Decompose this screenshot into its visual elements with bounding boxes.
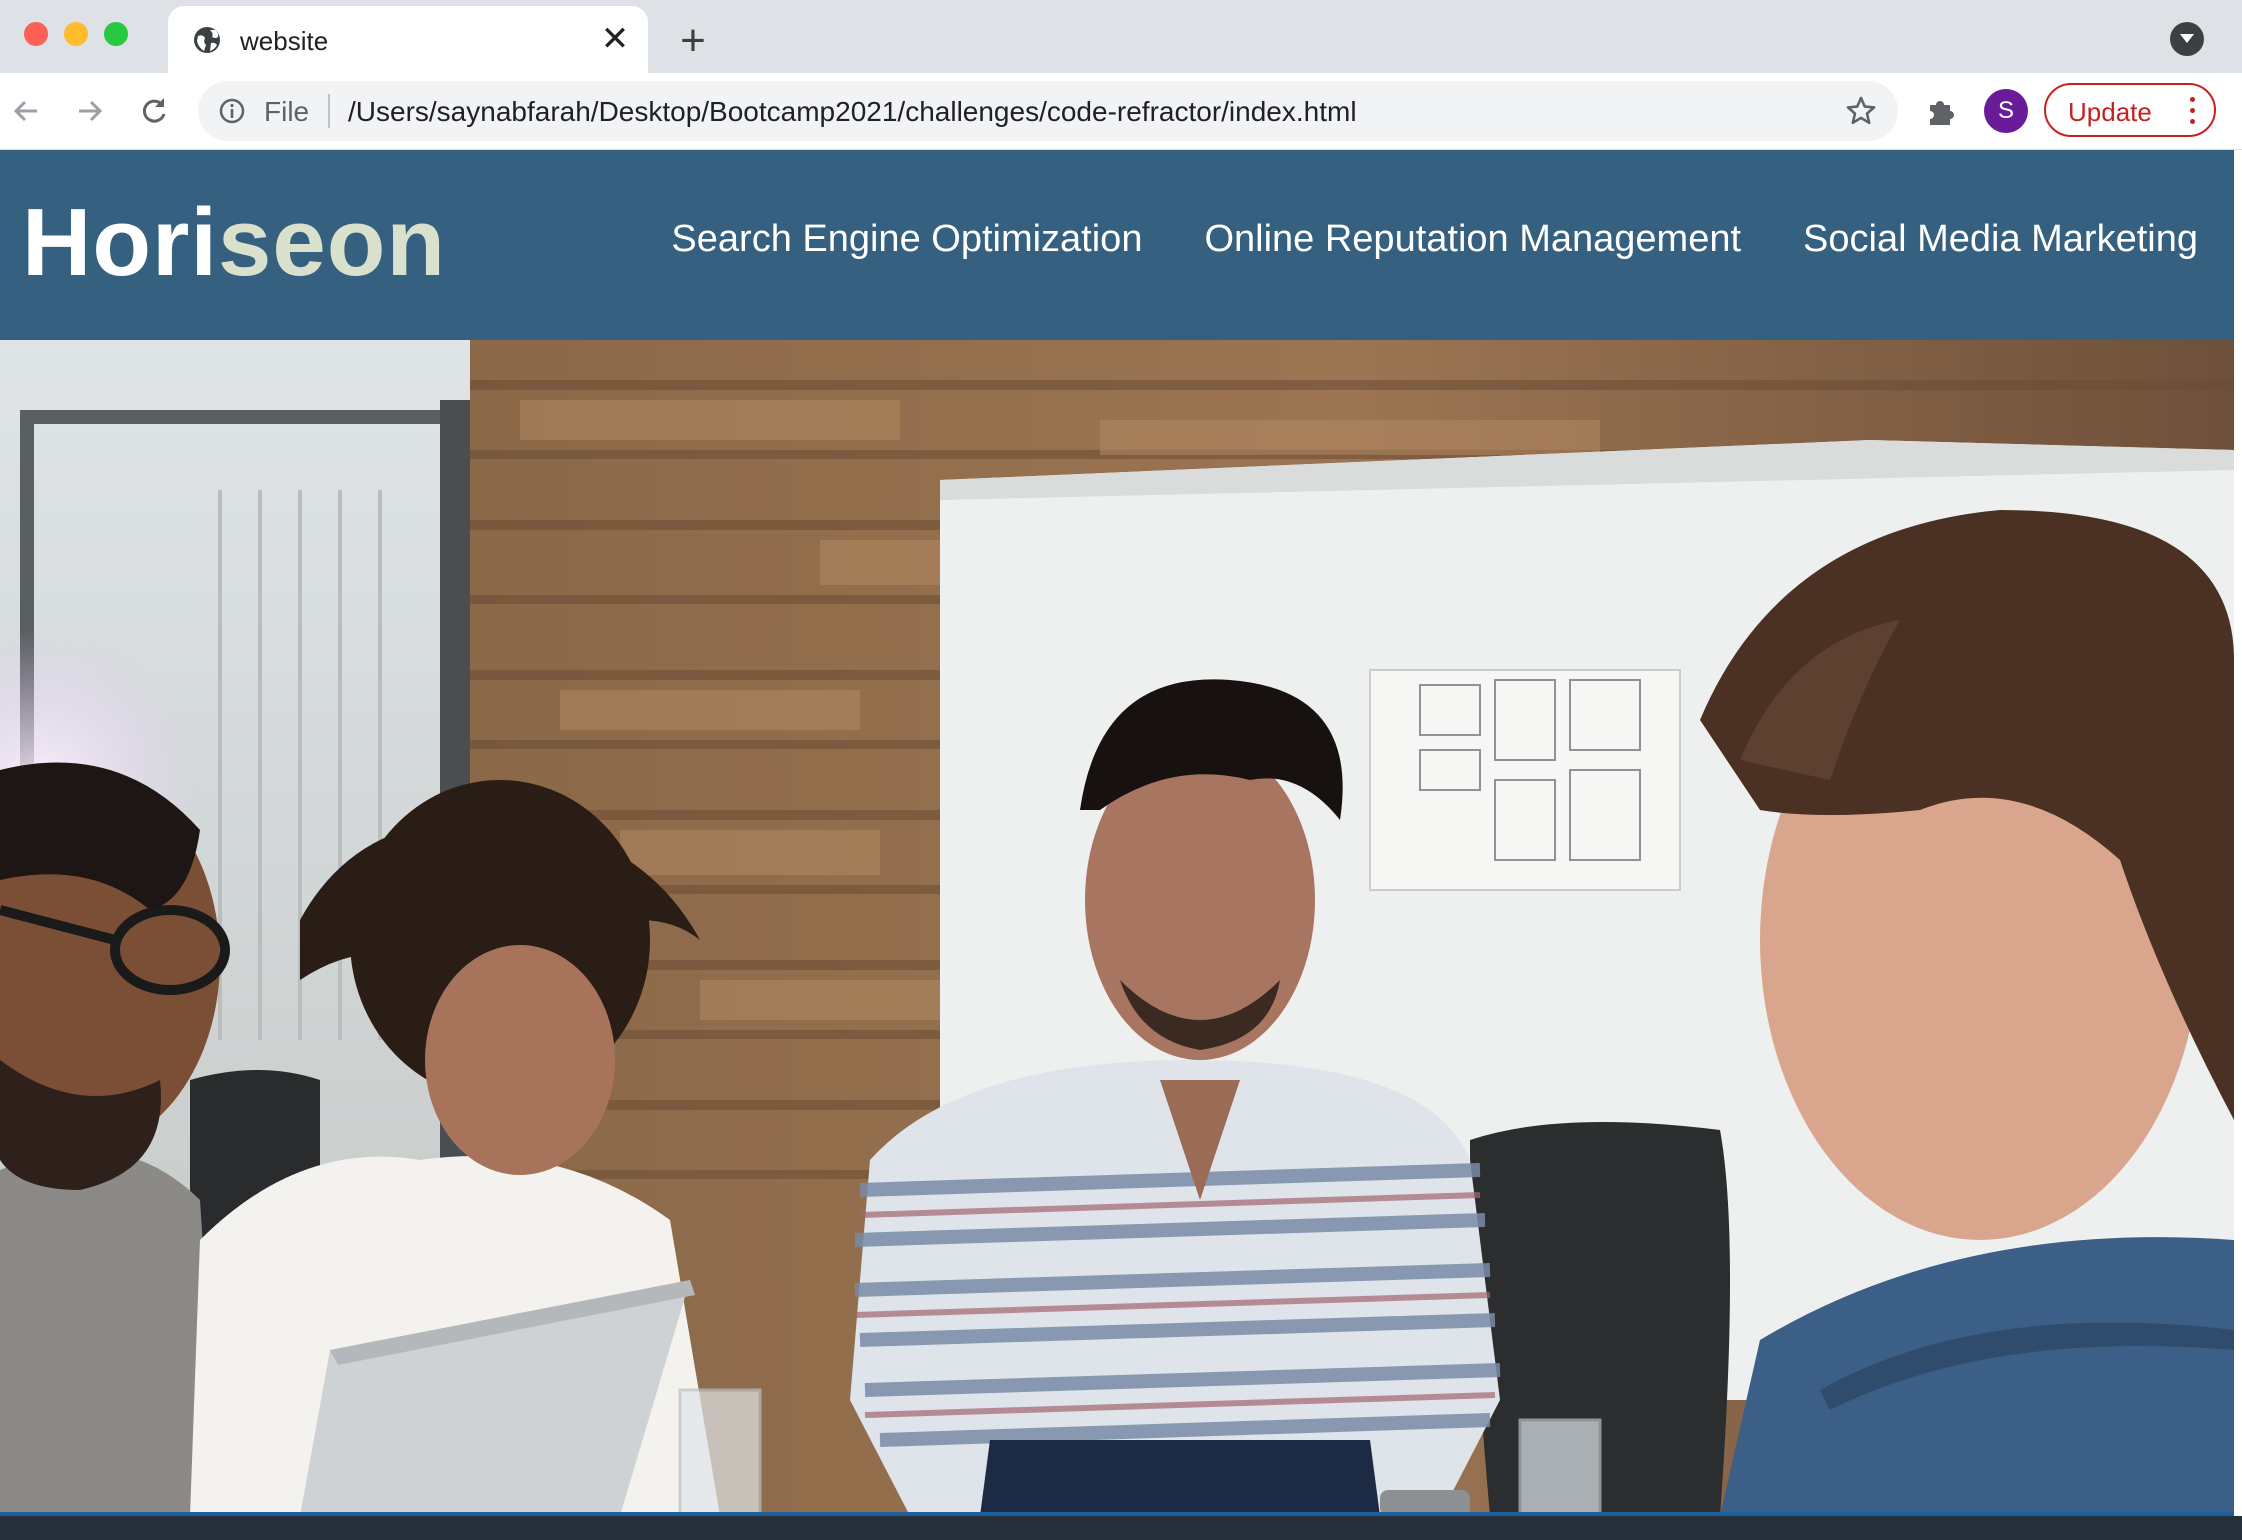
tab-title: website (240, 26, 329, 56)
maximize-window-button[interactable] (104, 22, 128, 46)
tab-search-button[interactable] (2170, 22, 2204, 56)
tab-strip: website ✕ + (0, 0, 2242, 73)
logo-part-1: Hori (22, 189, 218, 296)
site-header: Horiseon Search Engine Optimization Onli… (0, 150, 2234, 340)
site-logo[interactable]: Horiseon (22, 188, 446, 298)
puzzle-icon[interactable] (1924, 93, 1960, 129)
minimize-window-button[interactable] (64, 22, 88, 46)
profile-avatar[interactable]: S (1984, 89, 2028, 133)
dock-strip (0, 1516, 2242, 1540)
update-button[interactable]: Update (2044, 83, 2216, 137)
back-button[interactable] (4, 89, 48, 133)
page-edge (2234, 150, 2242, 1516)
kebab-menu-icon (2190, 97, 2196, 125)
address-bar[interactable]: File /Users/saynabfarah/Desktop/Bootcamp… (198, 81, 1898, 141)
star-icon[interactable] (1844, 94, 1878, 128)
nav-link-reputation[interactable]: Online Reputation Management (1204, 218, 1741, 261)
hero-image (0, 340, 2234, 1516)
forward-arrow-icon (79, 100, 103, 122)
logo-part-2: seon (218, 189, 447, 296)
close-window-button[interactable] (24, 22, 48, 46)
chevron-down-icon (2180, 34, 2194, 43)
main-nav: Search Engine Optimization Online Reputa… (671, 218, 2198, 261)
update-label: Update (2068, 97, 2152, 127)
new-tab-button[interactable]: + (670, 18, 716, 64)
reload-icon (142, 98, 166, 123)
nav-link-seo[interactable]: Search Engine Optimization (671, 218, 1142, 261)
browser-tab[interactable]: website ✕ (168, 6, 648, 73)
url-text[interactable]: /Users/saynabfarah/Desktop/Bootcamp2021/… (348, 96, 1357, 128)
globe-icon (192, 25, 222, 55)
browser-toolbar: File /Users/saynabfarah/Desktop/Bootcamp… (0, 73, 2242, 150)
scheme-label: File (264, 96, 310, 127)
forward-button[interactable] (68, 89, 112, 133)
divider (328, 94, 330, 128)
reload-button[interactable] (132, 89, 176, 133)
nav-link-social[interactable]: Social Media Marketing (1803, 218, 2198, 261)
info-icon[interactable] (218, 97, 246, 125)
tab-close-button[interactable]: ✕ (598, 22, 632, 56)
back-arrow-icon (13, 100, 37, 122)
